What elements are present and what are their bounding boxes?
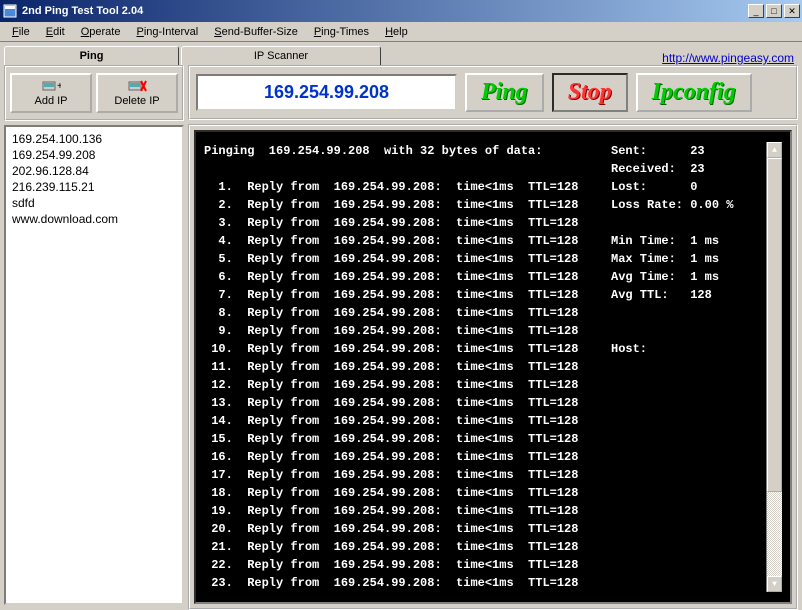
- menu-ping-times[interactable]: Ping-Times: [306, 24, 377, 40]
- menu-file[interactable]: File: [4, 24, 38, 40]
- tab-ip-scanner[interactable]: IP Scanner: [181, 46, 381, 65]
- scrollbar[interactable]: ▲ ▼: [766, 142, 782, 592]
- ip-input[interactable]: [196, 74, 457, 111]
- ping-button[interactable]: Ping: [465, 73, 544, 112]
- tab-row: PingIP Scanner: [4, 46, 394, 65]
- add-ip-icon: +: [41, 79, 61, 93]
- scroll-thumb[interactable]: [767, 158, 782, 492]
- minimize-button[interactable]: _: [748, 4, 764, 18]
- menu-ping-interval[interactable]: Ping-Interval: [128, 24, 206, 40]
- ipconfig-button[interactable]: Ipconfig: [636, 73, 752, 112]
- add-ip-label: Add IP: [34, 95, 67, 107]
- ip-list[interactable]: 169.254.100.136169.254.99.208202.96.128.…: [4, 125, 184, 605]
- list-item[interactable]: www.download.com: [10, 211, 178, 227]
- svg-text:+: +: [57, 81, 61, 92]
- control-row: Ping Stop Ipconfig: [188, 65, 798, 120]
- menu-help[interactable]: Help: [377, 24, 416, 40]
- stop-button[interactable]: Stop: [552, 73, 628, 112]
- menu-edit[interactable]: Edit: [38, 24, 73, 40]
- scroll-track[interactable]: [767, 158, 782, 576]
- scroll-down-button[interactable]: ▼: [767, 576, 782, 592]
- delete-ip-icon: [127, 79, 147, 93]
- terminal-output: Pinging 169.254.99.208 with 32 bytes of …: [194, 130, 792, 604]
- list-item[interactable]: 216.239.115.21: [10, 179, 178, 195]
- menu-send-buffer-size[interactable]: Send-Buffer-Size: [206, 24, 306, 40]
- list-item[interactable]: 169.254.99.208: [10, 147, 178, 163]
- titlebar: 2nd Ping Test Tool 2.04 _ □ ✕: [0, 0, 802, 22]
- close-button[interactable]: ✕: [784, 4, 800, 18]
- list-item[interactable]: sdfd: [10, 195, 178, 211]
- delete-ip-button[interactable]: Delete IP: [96, 73, 178, 113]
- menu-operate[interactable]: Operate: [73, 24, 129, 40]
- ip-buttons-panel: + Add IP Delete IP: [4, 65, 184, 121]
- ping-replies: Pinging 169.254.99.208 with 32 bytes of …: [204, 142, 611, 592]
- tab-ping[interactable]: Ping: [4, 46, 179, 65]
- app-icon: [2, 3, 18, 19]
- ping-stats: Sent: 23 Received: 23 Lost: 0 Loss Rate:…: [611, 142, 766, 592]
- window-title: 2nd Ping Test Tool 2.04: [22, 5, 748, 17]
- maximize-button[interactable]: □: [766, 4, 782, 18]
- list-item[interactable]: 202.96.128.84: [10, 163, 178, 179]
- list-item[interactable]: 169.254.100.136: [10, 131, 178, 147]
- menubar: FileEditOperatePing-IntervalSend-Buffer-…: [0, 22, 802, 42]
- website-link[interactable]: http://www.pingeasy.com: [662, 51, 794, 65]
- delete-ip-label: Delete IP: [114, 95, 159, 107]
- add-ip-button[interactable]: + Add IP: [10, 73, 92, 113]
- scroll-up-button[interactable]: ▲: [767, 142, 782, 158]
